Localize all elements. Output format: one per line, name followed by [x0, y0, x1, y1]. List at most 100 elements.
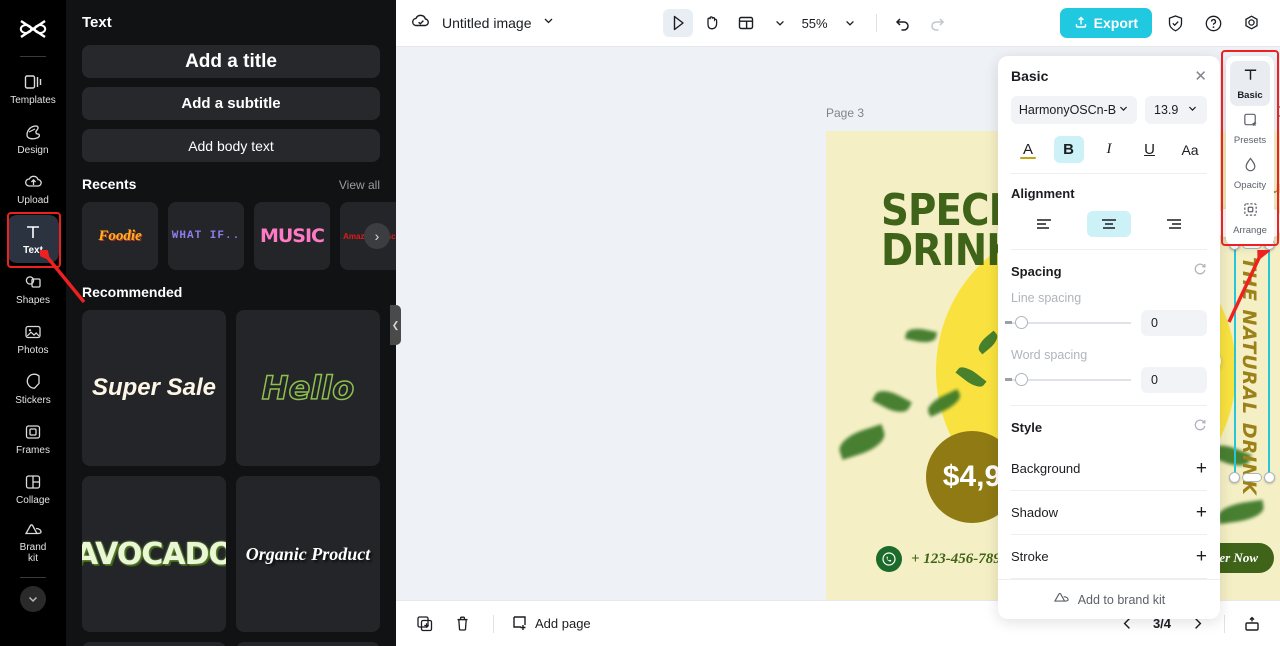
add-to-brand-kit-button[interactable]: Add to brand kit — [998, 579, 1220, 619]
chevron-down-icon[interactable] — [835, 9, 865, 37]
recommended-item-label: Organic Product — [245, 543, 371, 564]
add-page-button[interactable]: Add page — [511, 614, 591, 634]
line-spacing-label: Line spacing — [1011, 291, 1082, 305]
align-center-button[interactable] — [1086, 211, 1131, 237]
contact-phone[interactable]: + 123-456-7890 — [876, 546, 1008, 572]
recommended-item[interactable] — [82, 642, 226, 646]
recommended-item[interactable]: Super Sale — [82, 310, 226, 466]
sidebar-item-brand-kit[interactable]: Brand kit — [7, 515, 59, 569]
present-button[interactable] — [1238, 610, 1266, 638]
text-panel: Text Add a title Add a subtitle Add body… — [66, 0, 396, 646]
word-spacing-slider[interactable] — [1005, 373, 1131, 386]
recent-item[interactable]: MUSIC — [254, 202, 330, 270]
tab-opacity[interactable]: Opacity — [1230, 151, 1270, 196]
delete-page-button[interactable] — [448, 610, 476, 638]
add-title-button[interactable]: Add a title — [82, 45, 380, 78]
document-title[interactable]: Untitled image — [442, 15, 532, 31]
plus-icon[interactable]: + — [1196, 459, 1207, 478]
font-family-select[interactable]: HarmonyOSCn-B — [1011, 96, 1137, 124]
align-left-button[interactable] — [1022, 211, 1066, 237]
word-spacing-value[interactable]: 0 — [1141, 367, 1207, 393]
close-icon[interactable]: ✕ — [1194, 69, 1207, 84]
shadow-style-row[interactable]: Shadow + — [1011, 491, 1207, 535]
sidebar-item-design[interactable]: Design — [7, 115, 59, 163]
divider — [1011, 249, 1207, 250]
capcut-logo-icon[interactable] — [13, 10, 53, 48]
recommended-item[interactable] — [236, 642, 380, 646]
redo-button[interactable] — [922, 9, 952, 37]
text-case-button[interactable]: Aa — [1175, 136, 1205, 163]
recent-item-label: Foodie — [98, 227, 142, 244]
selection-edge-left — [1234, 245, 1236, 477]
word-spacing-knob[interactable] — [1015, 373, 1028, 386]
layout-tool-button[interactable] — [731, 9, 761, 37]
templates-icon — [24, 73, 42, 92]
recents-view-all-link[interactable]: View all — [339, 178, 380, 192]
sidebar-item-label: Design — [17, 144, 49, 156]
line-spacing-knob[interactable] — [1015, 316, 1028, 329]
line-spacing-slider[interactable] — [1005, 316, 1131, 329]
undo-button[interactable] — [888, 9, 918, 37]
rail-divider-bottom — [20, 577, 46, 578]
sidebar-item-collage[interactable]: Collage — [7, 465, 59, 513]
cloud-sync-icon[interactable] — [410, 12, 432, 35]
line-spacing-value[interactable]: 0 — [1141, 310, 1207, 336]
add-body-text-button[interactable]: Add body text — [82, 129, 380, 162]
page-tools — [1276, 105, 1280, 126]
reset-icon[interactable] — [1193, 418, 1207, 437]
italic-button[interactable]: I — [1094, 136, 1124, 163]
duplicate-page-icon[interactable] — [1276, 105, 1280, 126]
plus-icon[interactable]: + — [1196, 547, 1207, 566]
text-color-label: A — [1022, 141, 1033, 158]
export-button[interactable]: Export — [1059, 8, 1152, 38]
recent-item[interactable]: WHAT IF.. — [168, 202, 244, 270]
help-circle-icon[interactable] — [1198, 9, 1228, 37]
hand-tool-button[interactable] — [697, 9, 727, 37]
duplicate-page-button[interactable] — [410, 610, 438, 638]
recommended-item[interactable]: Organic Product — [236, 476, 380, 632]
font-size-select[interactable]: 13.9 — [1145, 96, 1207, 124]
add-subtitle-button[interactable]: Add a subtitle — [82, 87, 380, 120]
chevron-down-icon[interactable] — [20, 586, 46, 612]
tab-presets[interactable]: Presets — [1230, 106, 1270, 151]
resize-handle-bottom-right[interactable] — [1264, 472, 1275, 483]
bold-button[interactable]: B — [1053, 136, 1084, 163]
sidebar-item-upload[interactable]: Upload — [7, 165, 59, 213]
underline-button[interactable]: U — [1135, 136, 1165, 163]
select-tool-button[interactable] — [662, 9, 693, 37]
chevron-down-icon[interactable] — [542, 14, 555, 32]
resize-handle-bottom[interactable] — [1242, 473, 1262, 482]
settings-gear-icon[interactable] — [1236, 9, 1266, 37]
shield-check-icon[interactable] — [1160, 9, 1190, 37]
sidebar-item-shapes[interactable]: Shapes — [7, 265, 59, 313]
chevron-left-icon[interactable]: ❮ — [390, 305, 401, 345]
sidebar-item-label: Collage — [16, 494, 50, 506]
sidebar-item-photos[interactable]: Photos — [7, 315, 59, 363]
sidebar-item-stickers[interactable]: Stickers — [7, 365, 59, 413]
chevron-down-icon[interactable] — [765, 9, 795, 37]
recent-item[interactable]: Foodie — [82, 202, 158, 270]
background-style-row[interactable]: Background + — [1011, 447, 1207, 491]
sidebar-item-frames[interactable]: Frames — [7, 415, 59, 463]
sidebar-item-templates[interactable]: Templates — [7, 65, 59, 113]
tab-basic-label: Basic — [1237, 90, 1263, 101]
sidebar-item-label: Text — [23, 244, 43, 256]
zoom-level-value[interactable]: 55% — [799, 16, 831, 31]
resize-handle-bottom-left[interactable] — [1229, 472, 1240, 483]
tab-arrange[interactable]: Arrange — [1230, 196, 1270, 241]
top-toolbar-right: Export — [1059, 8, 1266, 38]
chevron-right-icon[interactable]: › — [364, 223, 390, 249]
stroke-style-row[interactable]: Stroke + — [1011, 535, 1207, 579]
page-label: Page 3 — [826, 106, 865, 120]
tab-basic[interactable]: Basic — [1230, 61, 1270, 106]
recommended-item[interactable]: AVOCADO — [82, 476, 226, 632]
plus-icon[interactable]: + — [1196, 503, 1207, 522]
sidebar-item-text[interactable]: Text — [7, 215, 59, 263]
reset-icon[interactable] — [1193, 262, 1207, 281]
align-right-button[interactable] — [1152, 211, 1196, 237]
recommended-item[interactable]: Hello — [236, 310, 380, 466]
recents-heading: Recents — [82, 176, 137, 192]
text-color-button[interactable]: A — [1013, 136, 1043, 163]
selected-text-object[interactable]: THE NATURAL DRINK — [1229, 239, 1275, 496]
font-controls: HarmonyOSCn-B 13.9 — [1011, 96, 1207, 124]
